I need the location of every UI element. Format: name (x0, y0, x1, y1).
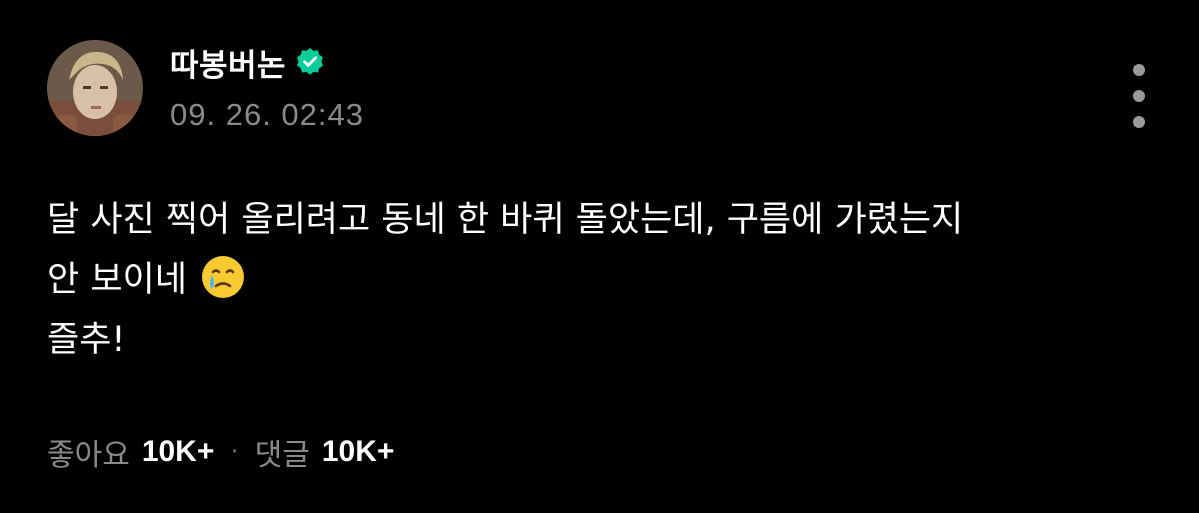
post-body-line: 즐추! (47, 320, 126, 360)
comments-label: 댓글 (254, 438, 310, 473)
likes-stat[interactable]: 좋아요 10K+ (47, 430, 214, 474)
more-dot (1133, 90, 1145, 102)
likes-label: 좋아요 (47, 438, 130, 473)
post-card: 따봉버논 09. 26. 02:43 달 사진 찍어 올리려고 동네 한 바퀴 … (0, 0, 1199, 513)
more-options-button[interactable] (1124, 64, 1154, 128)
post-timestamp: 09. 26. 02:43 (170, 97, 364, 132)
likes-count: 10K+ (141, 435, 215, 468)
avatar-photo (47, 40, 143, 136)
post-body-line: 안 보이네 (47, 250, 1157, 310)
face-holding-back-tears-icon (199, 253, 247, 301)
more-dot (1133, 116, 1145, 128)
post-body-line: 달 사진 찍어 올리려고 동네 한 바퀴 돌았는데, 구름에 가렸는지 (47, 200, 964, 240)
author-row: 따봉버논 (170, 40, 326, 84)
author-avatar[interactable] (47, 40, 143, 136)
comments-count: 10K+ (321, 435, 395, 468)
post-stats: 좋아요 10K+ · 댓글 10K+ (47, 430, 394, 474)
more-vertical-icon (1133, 64, 1145, 76)
post-body: 달 사진 찍어 올리려고 동네 한 바퀴 돌았는데, 구름에 가렸는지 안 보이… (47, 190, 1157, 370)
post-body-text: 안 보이네 (47, 260, 187, 300)
author-name[interactable]: 따봉버논 (170, 40, 286, 85)
comments-stat[interactable]: 댓글 10K+ (255, 430, 395, 474)
stats-separator: · (230, 437, 239, 467)
verified-badge-icon (294, 46, 326, 78)
